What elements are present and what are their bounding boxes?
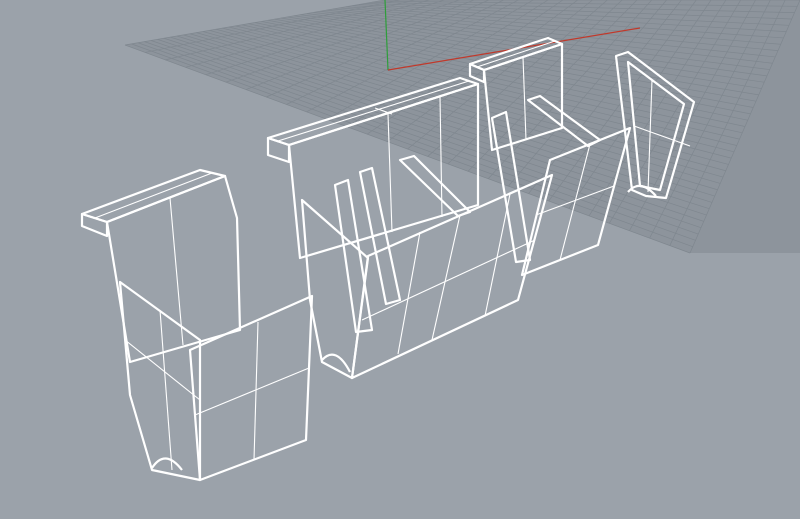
perspective-viewport[interactable] <box>0 0 800 519</box>
organizer-module-1[interactable] <box>80 168 314 482</box>
viewport-canvas[interactable] <box>0 0 800 519</box>
